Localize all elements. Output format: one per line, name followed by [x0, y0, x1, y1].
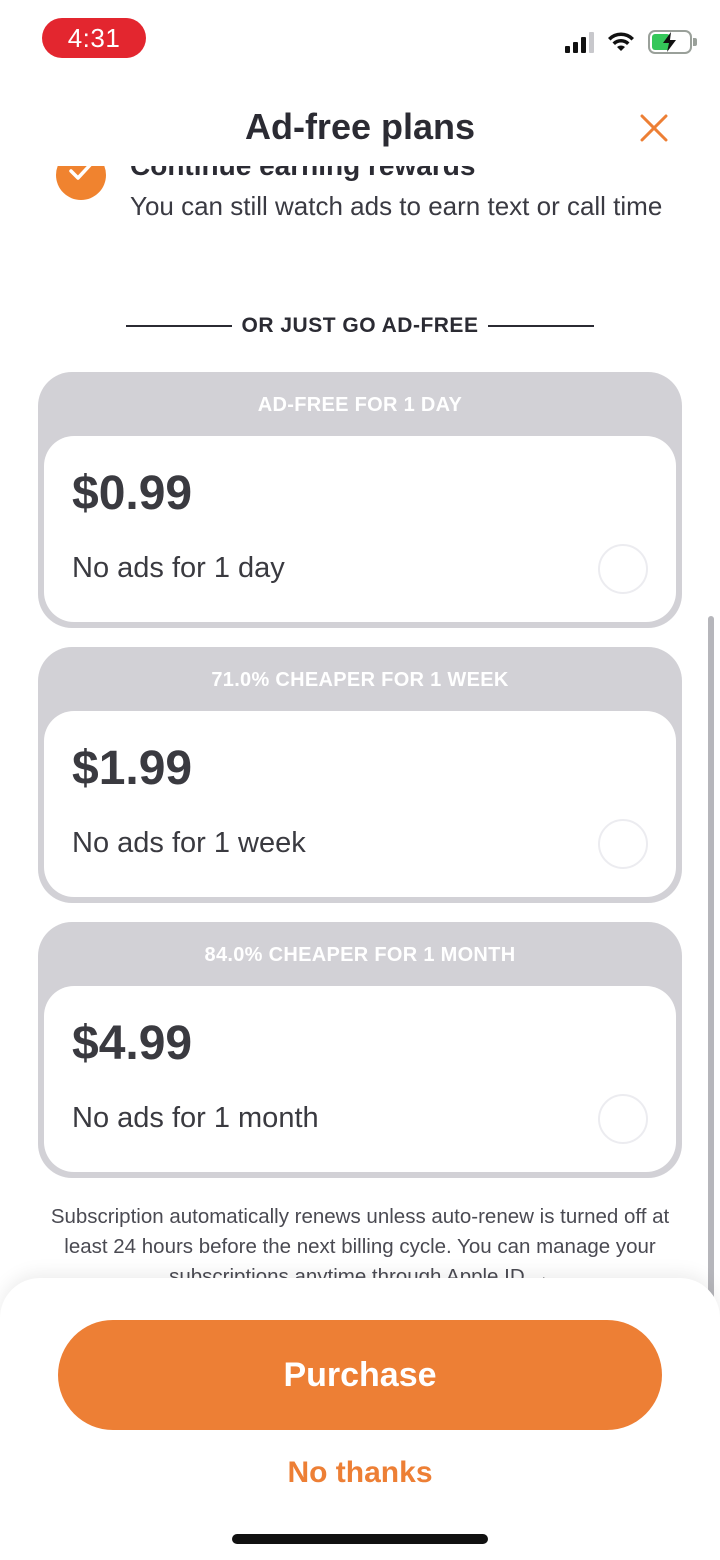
plan-price: $4.99	[72, 1017, 193, 1070]
reward-title: Continue earning rewards	[130, 166, 475, 182]
plan-card[interactable]: $1.99 No ads for 1 week	[44, 711, 676, 897]
page-title: Ad-free plans	[244, 106, 476, 147]
divider-label: OR JUST GO AD-FREE	[241, 314, 479, 337]
plan-option-week[interactable]: 71.0% CHEAPER FOR 1 WEEK $1.99 No ads fo…	[38, 647, 682, 903]
plan-radio[interactable]	[598, 544, 648, 594]
plan-subtitle: No ads for 1 day	[72, 552, 285, 584]
plan-band: AD-FREE FOR 1 DAY	[257, 393, 463, 416]
bottom-action-sheet: Purchase No thanks	[0, 1278, 720, 1560]
reward-description: You can still watch ads to earn text or …	[130, 191, 663, 221]
plan-subtitle: No ads for 1 week	[72, 827, 306, 859]
plan-option-month[interactable]: 84.0% CHEAPER FOR 1 MONTH $4.99 No ads f…	[38, 922, 682, 1178]
plan-price: $0.99	[72, 467, 193, 520]
status-time: 4:31	[42, 18, 146, 58]
status-icons	[565, 30, 697, 54]
subscription-fineprint: Subscription automatically renews unless…	[50, 1205, 670, 1286]
plan-radio[interactable]	[598, 1094, 648, 1144]
wifi-icon	[608, 32, 634, 51]
divider-ad-free: OR JUST GO AD-FREE	[126, 314, 594, 338]
check-icon	[56, 166, 106, 200]
plans-scroll-area[interactable]: Continue earning rewards You can still w…	[0, 166, 720, 1286]
status-bar: 4:31	[0, 0, 720, 80]
cellular-signal-icon	[565, 31, 594, 53]
close-icon[interactable]	[636, 110, 672, 146]
plan-subtitle: No ads for 1 month	[72, 1102, 319, 1134]
plan-card[interactable]: $4.99 No ads for 1 month	[44, 986, 676, 1172]
plan-card[interactable]: $0.99 No ads for 1 day	[44, 436, 676, 622]
purchase-button[interactable]: Purchase	[58, 1320, 662, 1430]
no-thanks-button[interactable]: No thanks	[0, 1456, 720, 1490]
plan-radio[interactable]	[598, 819, 648, 869]
plan-band: 71.0% CHEAPER FOR 1 WEEK	[211, 668, 509, 691]
battery-charging-icon	[648, 30, 697, 54]
header: Ad-free plans	[0, 92, 720, 166]
plan-band: 84.0% CHEAPER FOR 1 MONTH	[204, 943, 516, 966]
plan-option-day[interactable]: AD-FREE FOR 1 DAY $0.99 No ads for 1 day	[38, 372, 682, 628]
home-indicator[interactable]	[232, 1534, 488, 1544]
plan-price: $1.99	[72, 742, 193, 795]
